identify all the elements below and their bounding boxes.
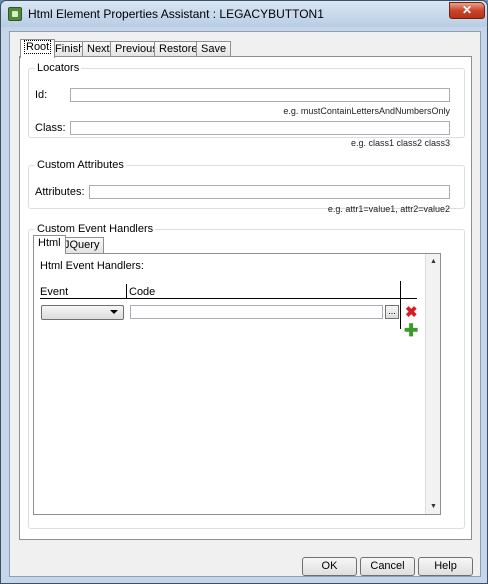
tab-save[interactable]: Save [196,41,232,57]
attributes-hint: e.g. attr1=value1, attr2=value2 [327,204,450,214]
class-input[interactable] [70,121,450,135]
close-icon: ✕ [461,3,473,17]
tab-html[interactable]: Html [33,235,66,254]
column-divider [126,284,127,299]
root-tab-panel: Locators Id: e.g. mustContainLettersAndN… [19,56,472,540]
locators-legend: Locators [37,62,80,74]
event-select[interactable] [41,305,124,320]
close-button[interactable]: ✕ [449,2,485,19]
html-event-handlers-panel: Html Event Handlers: Event Code ... ✖ ✚ … [33,253,441,515]
code-input[interactable] [130,305,383,319]
vertical-scrollbar[interactable]: ▲ ▼ [425,254,440,514]
title-bar[interactable]: Html Element Properties Assistant : LEGA… [1,1,487,27]
custom-event-handlers-group: Custom Event Handlers Html JQuery Html E… [28,223,465,529]
add-icon[interactable]: ✚ [404,322,418,339]
id-hint: e.g. mustContainLettersAndNumbersOnly [283,106,450,116]
ok-button[interactable]: OK [302,557,357,576]
class-label: Class: [35,122,66,134]
code-editor-button[interactable]: ... [385,305,399,319]
custom-event-handlers-legend: Custom Event Handlers [37,223,154,235]
id-input[interactable] [70,88,450,102]
dialog-window: Html Element Properties Assistant : LEGA… [0,0,488,584]
html-event-handlers-caption: Html Event Handlers: [40,260,144,272]
column-header-code: Code [129,286,156,298]
delete-icon[interactable]: ✖ [405,305,418,320]
dialog-body: Root Finish Next Previous Restore Save L… [9,31,481,577]
actions-divider [400,281,401,329]
custom-attributes-legend: Custom Attributes [37,159,124,171]
locators-group: Locators Id: e.g. mustContainLettersAndN… [28,62,465,148]
class-hint: e.g. class1 class2 class3 [350,138,450,148]
tab-root[interactable]: Root [20,39,56,58]
column-header-event: Event [40,286,69,298]
custom-attributes-group: Custom Attributes Attributes: e.g. attr1… [28,159,465,214]
chevron-down-icon [110,310,118,314]
app-icon [8,7,22,21]
tab-jquery[interactable]: JQuery [59,237,105,253]
attributes-input[interactable] [89,185,450,199]
window-title: Html Element Properties Assistant : LEGA… [28,7,324,21]
scroll-up-icon[interactable]: ▲ [426,254,441,269]
scroll-down-icon[interactable]: ▼ [426,499,441,514]
id-label: Id: [35,89,48,101]
header-divider [40,298,417,299]
help-button[interactable]: Help [418,557,473,576]
cancel-button[interactable]: Cancel [360,557,415,576]
attributes-label: Attributes: [35,186,85,198]
